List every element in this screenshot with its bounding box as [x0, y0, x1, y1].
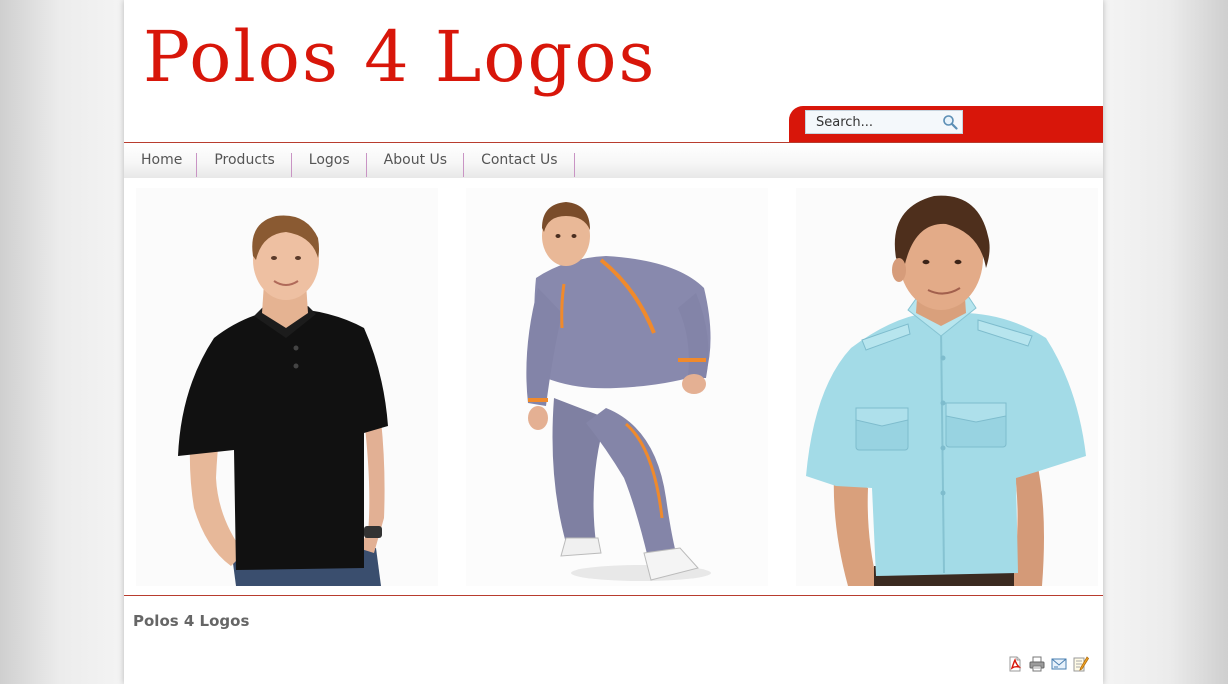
magnifier-icon[interactable] — [942, 114, 958, 130]
search-bar-strip — [789, 106, 1103, 142]
site-logo[interactable]: Polos 4 Logos — [143, 22, 656, 92]
nav-item-logos[interactable]: Logos — [292, 143, 366, 176]
nav-item-about-us[interactable]: About Us — [367, 143, 463, 176]
nav-item-contact-us[interactable]: Contact Us — [464, 143, 573, 176]
pdf-icon[interactable] — [1007, 656, 1023, 672]
photo-tracksuit[interactable] — [466, 188, 768, 586]
edit-icon[interactable] — [1073, 656, 1089, 672]
photo-black-polo[interactable] — [136, 188, 438, 586]
content-title: Polos 4 Logos — [133, 612, 250, 630]
main-nav: Home Products Logos About Us Contact Us — [124, 143, 1103, 178]
page-container: Polos 4 Logos Home Products Logos About … — [124, 0, 1103, 684]
search-box — [805, 110, 963, 134]
print-icon[interactable] — [1029, 656, 1045, 672]
nav-separator — [573, 153, 575, 177]
nav-item-products[interactable]: Products — [197, 143, 290, 176]
search-input[interactable] — [806, 111, 948, 133]
content-divider — [124, 595, 1103, 596]
product-gallery — [136, 188, 1098, 586]
photo-blue-shirt[interactable] — [796, 188, 1098, 586]
nav-item-home[interactable]: Home — [124, 143, 196, 176]
article-tools — [1007, 656, 1089, 672]
email-icon[interactable] — [1051, 656, 1067, 672]
